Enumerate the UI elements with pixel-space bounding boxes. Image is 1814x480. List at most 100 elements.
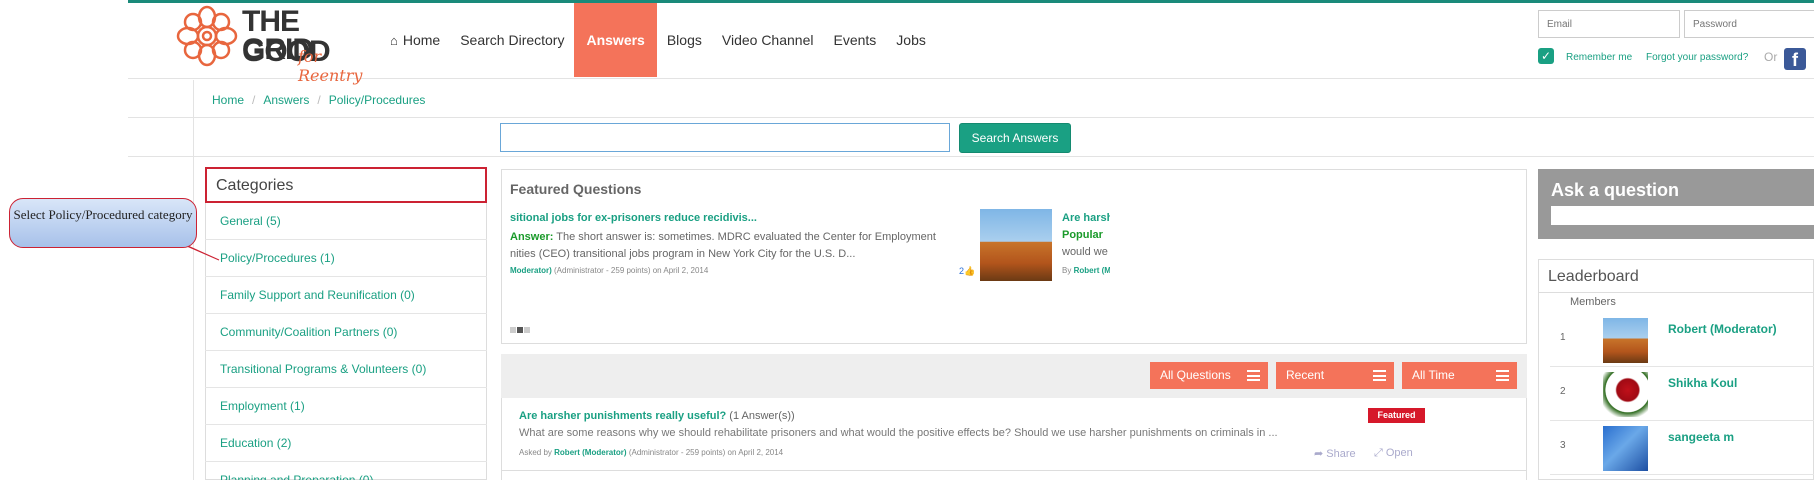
sidebar-divider [193, 80, 194, 480]
carousel-dots [510, 327, 530, 333]
leaderboard-name[interactable]: Robert (Moderator) [1668, 322, 1777, 336]
question-meta-rest: (Administrator - 259 points) on April 2,… [628, 448, 784, 457]
search-answers-button[interactable]: Search Answers [959, 123, 1071, 153]
featured-question-2-text: would we [1062, 246, 1108, 258]
facebook-icon[interactable]: f [1784, 48, 1806, 70]
categories-list: General (5) Policy/Procedures (1) Family… [205, 203, 487, 480]
divider [1539, 292, 1814, 293]
filter-label: All Time [1412, 368, 1455, 382]
nav-search-directory[interactable]: Search Directory [450, 3, 574, 77]
leaderboard-row: 1 Robert (Moderator) [1550, 313, 1814, 367]
share-button[interactable]: ➦ Share [1314, 447, 1356, 460]
remember-me-label[interactable]: Remember me [1566, 52, 1632, 63]
featured-question-2-author[interactable]: Robert (Moderator) [1074, 266, 1110, 275]
menu-icon [1247, 370, 1260, 381]
avatar[interactable] [1603, 426, 1648, 471]
open-button[interactable]: ⤢ Open [1374, 447, 1413, 460]
nav-answers[interactable]: Answers [574, 3, 657, 77]
question-body: What are some reasons why we should reha… [519, 427, 1278, 439]
divider [501, 470, 1527, 471]
nav-events[interactable]: Events [823, 3, 886, 77]
leaderboard-title: Leaderboard [1548, 268, 1639, 285]
members-label: Members [1570, 296, 1616, 308]
or-label: Or [1764, 50, 1778, 64]
ask-question-input[interactable] [1551, 206, 1814, 225]
nav-home-label: Home [402, 32, 441, 48]
featured-questions-title: Featured Questions [510, 181, 642, 197]
avatar[interactable] [1603, 318, 1648, 363]
answer-count: (1 Answer(s)) [729, 410, 795, 422]
featured-meta-rest: (Administrator - 259 points) on April 2,… [554, 266, 709, 275]
by-label: By [1062, 266, 1072, 275]
instruction-callout: Select Policy/Procedured category [9, 198, 220, 261]
category-item[interactable]: Policy/Procedures (1) [205, 240, 487, 277]
carousel-dot[interactable] [524, 327, 530, 333]
featured-answer: Answer: The short answer is: sometimes. … [510, 229, 960, 263]
asked-by-label: Asked by [519, 448, 552, 457]
category-item[interactable]: Planning and Preparation (0) [205, 462, 487, 480]
likes-count[interactable]: 2👍 [959, 266, 975, 277]
question-title-text: Are harsher punishments really useful? [519, 410, 727, 422]
nav-blogs[interactable]: Blogs [657, 3, 712, 77]
category-item[interactable]: Education (2) [205, 425, 487, 462]
ask-question-panel: Ask a question [1538, 169, 1814, 239]
question-meta: Asked by Robert (Moderator) (Administrat… [519, 448, 783, 457]
featured-question-image [980, 209, 1052, 281]
flower-logo-icon [176, 5, 238, 67]
site-logo[interactable]: THE GOOD GRID for Reentry [176, 5, 376, 85]
callout-text: Select Policy/Procedured category [9, 198, 197, 248]
leaderboard-rank: 2 [1560, 386, 1566, 397]
categories-title: Categories [205, 167, 487, 203]
nav-jobs[interactable]: Jobs [886, 3, 936, 77]
breadcrumb-policy[interactable]: Policy/Procedures [329, 93, 426, 107]
leaderboard-name[interactable]: Shikha Koul [1668, 376, 1737, 390]
carousel-dot[interactable] [510, 327, 516, 333]
nav-home[interactable]: ⌂ Home [380, 3, 450, 77]
featured-question-2-by: By Robert (Moderator) [1062, 266, 1110, 275]
leaderboard-name[interactable]: sangeeta m [1668, 430, 1734, 444]
filter-label: All Questions [1160, 368, 1231, 382]
featured-author[interactable]: Moderator) [510, 266, 552, 275]
main-nav: ⌂ Home Search Directory Answers Blogs Vid… [380, 3, 936, 77]
category-item[interactable]: Employment (1) [205, 388, 487, 425]
question-title[interactable]: Are harsher punishments really useful? (… [519, 410, 795, 422]
breadcrumb-separator: / [252, 93, 256, 107]
ask-question-title: Ask a question [1551, 180, 1680, 200]
share-label: Share [1326, 448, 1356, 460]
answer-label: Answer: [510, 231, 554, 243]
answers-search-input[interactable] [500, 123, 950, 152]
forgot-password-link[interactable]: Forgot your password? [1646, 52, 1748, 63]
expand-icon: ⤢ [1374, 447, 1383, 459]
question-author[interactable]: Robert (Moderator) [554, 448, 626, 457]
featured-badge: Featured [1368, 408, 1425, 423]
share-icon: ➦ [1314, 448, 1324, 460]
featured-question-title[interactable]: sitional jobs for ex-prisoners reduce re… [510, 212, 757, 224]
menu-icon [1373, 370, 1386, 381]
home-icon: ⌂ [390, 32, 398, 48]
breadcrumb: Home / Answers / Policy/Procedures [212, 93, 425, 107]
thumbs-up-icon: 👍 [964, 266, 976, 276]
all-questions-filter[interactable]: All Questions [1150, 362, 1268, 389]
featured-question-2-title[interactable]: Are harsher punishments really useful? [1062, 212, 1110, 224]
featured-questions-panel: Featured Questions sitional jobs for ex-… [501, 169, 1527, 344]
breadcrumb-home[interactable]: Home [212, 93, 244, 107]
page: THE GOOD GRID for Reentry ⌂ Home Search D… [0, 0, 1814, 480]
recent-filter[interactable]: Recent [1276, 362, 1394, 389]
carousel-dot-active[interactable] [517, 327, 523, 333]
all-time-filter[interactable]: All Time [1402, 362, 1517, 389]
category-item[interactable]: Transitional Programs & Volunteers (0) [205, 351, 487, 388]
category-item[interactable]: General (5) [205, 203, 487, 240]
password-field[interactable] [1684, 10, 1814, 38]
leaderboard-row: 3 sangeeta m [1550, 421, 1814, 475]
leaderboard-rank: 1 [1560, 332, 1566, 343]
open-label: Open [1385, 447, 1413, 459]
email-field[interactable] [1538, 10, 1680, 38]
nav-video-channel[interactable]: Video Channel [712, 3, 824, 77]
category-item[interactable]: Family Support and Reunification (0) [205, 277, 487, 314]
breadcrumb-answers[interactable]: Answers [263, 93, 309, 107]
avatar[interactable] [1603, 372, 1648, 417]
category-item[interactable]: Community/Coalition Partners (0) [205, 314, 487, 351]
leaderboard-rank: 3 [1560, 440, 1566, 451]
remember-me-checkbox[interactable]: ✓ [1538, 48, 1554, 64]
menu-icon [1496, 370, 1509, 381]
